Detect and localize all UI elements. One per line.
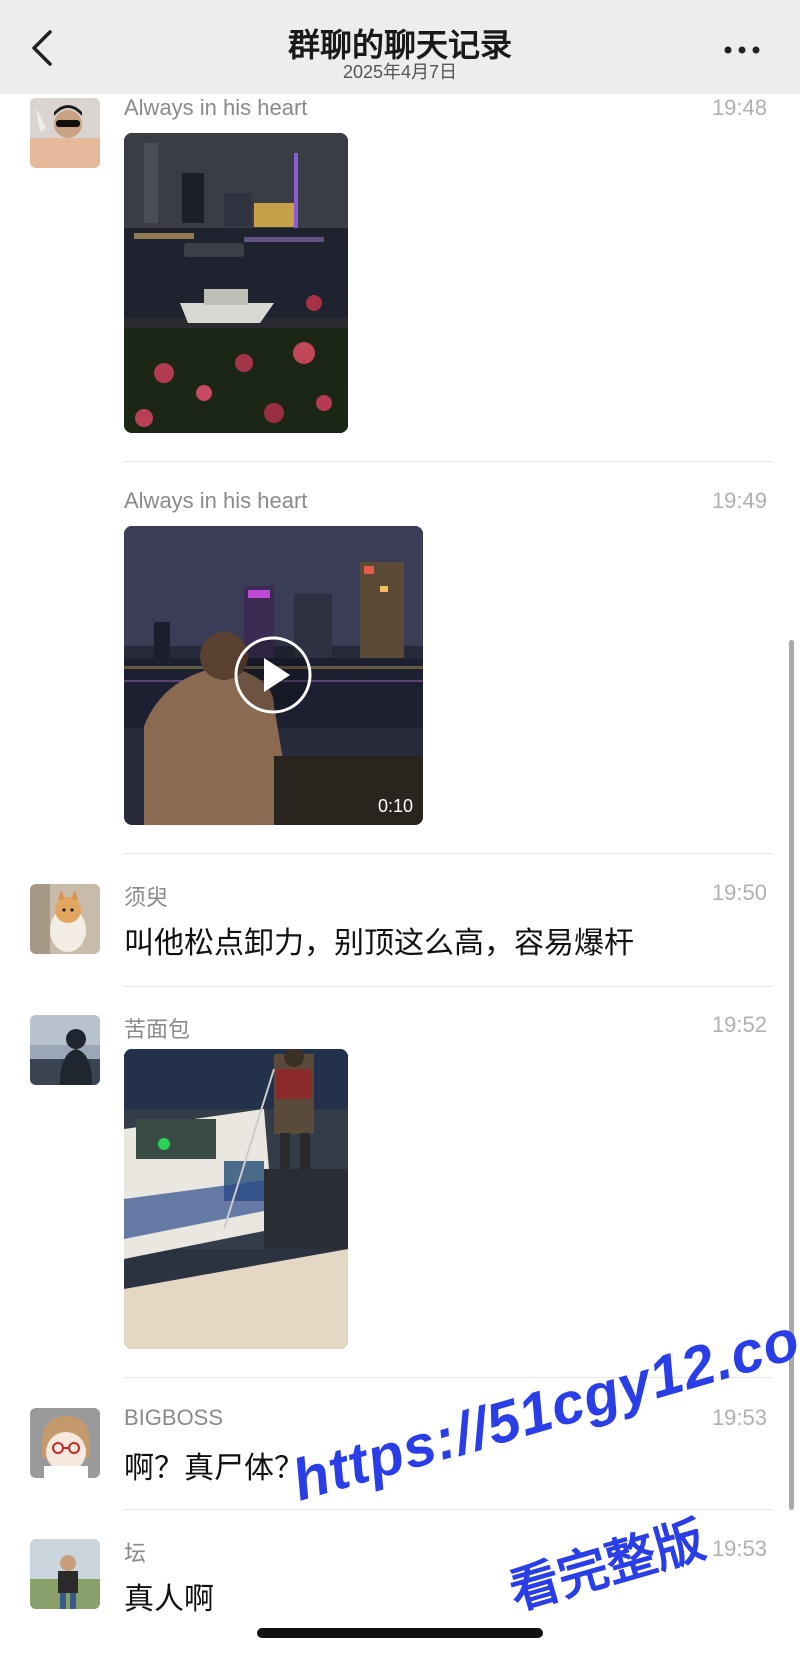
message-time: 19:53 [711, 1536, 767, 1561]
message-time: 19:49 [711, 488, 767, 513]
message-time: 19:50 [711, 880, 767, 905]
home-indicator[interactable] [257, 1628, 543, 1638]
nav-bar: 群聊的聊天记录 2025年4月7日 [0, 0, 800, 94]
photo-night-river-boat[interactable] [124, 133, 348, 433]
sender-name: 苦面包 [124, 1017, 191, 1042]
more-icon[interactable] [720, 30, 764, 70]
divider [124, 853, 772, 854]
watermark-caption: 看完整版 [503, 1511, 711, 1621]
message-text: 叫他松点卸力，别顶这么高，容易爆杆 [124, 927, 634, 960]
avatar[interactable] [30, 1539, 100, 1609]
divider [124, 986, 772, 987]
sender-name: Always in his heart [124, 95, 308, 120]
message-text: 真人啊 [124, 1583, 214, 1616]
avatar[interactable] [30, 1015, 100, 1085]
divider [124, 461, 772, 462]
avatar[interactable] [30, 98, 100, 168]
message-text: 啊？真尸体？ [124, 1452, 304, 1485]
avatar[interactable] [30, 884, 100, 954]
sender-name: 须臾 [124, 885, 169, 910]
video-duration: 0:10 [377, 796, 413, 816]
message-time: 19:52 [711, 1012, 767, 1037]
watermark-url: https://51cgy12.com [285, 1292, 800, 1514]
sender-name: 坛 [124, 1541, 147, 1566]
video-night-fishing[interactable]: 0:10 [124, 526, 423, 825]
scrollbar[interactable] [789, 640, 794, 1510]
chat-date: 2025年4月7日 [342, 62, 458, 82]
message-time: 19:53 [711, 1405, 767, 1430]
message-time: 19:48 [711, 95, 767, 120]
sender-name: BIGBOSS [124, 1405, 224, 1430]
avatar[interactable] [30, 1408, 100, 1478]
photo-boat-dock[interactable] [124, 1049, 348, 1349]
sender-name: Always in his heart [124, 488, 308, 513]
